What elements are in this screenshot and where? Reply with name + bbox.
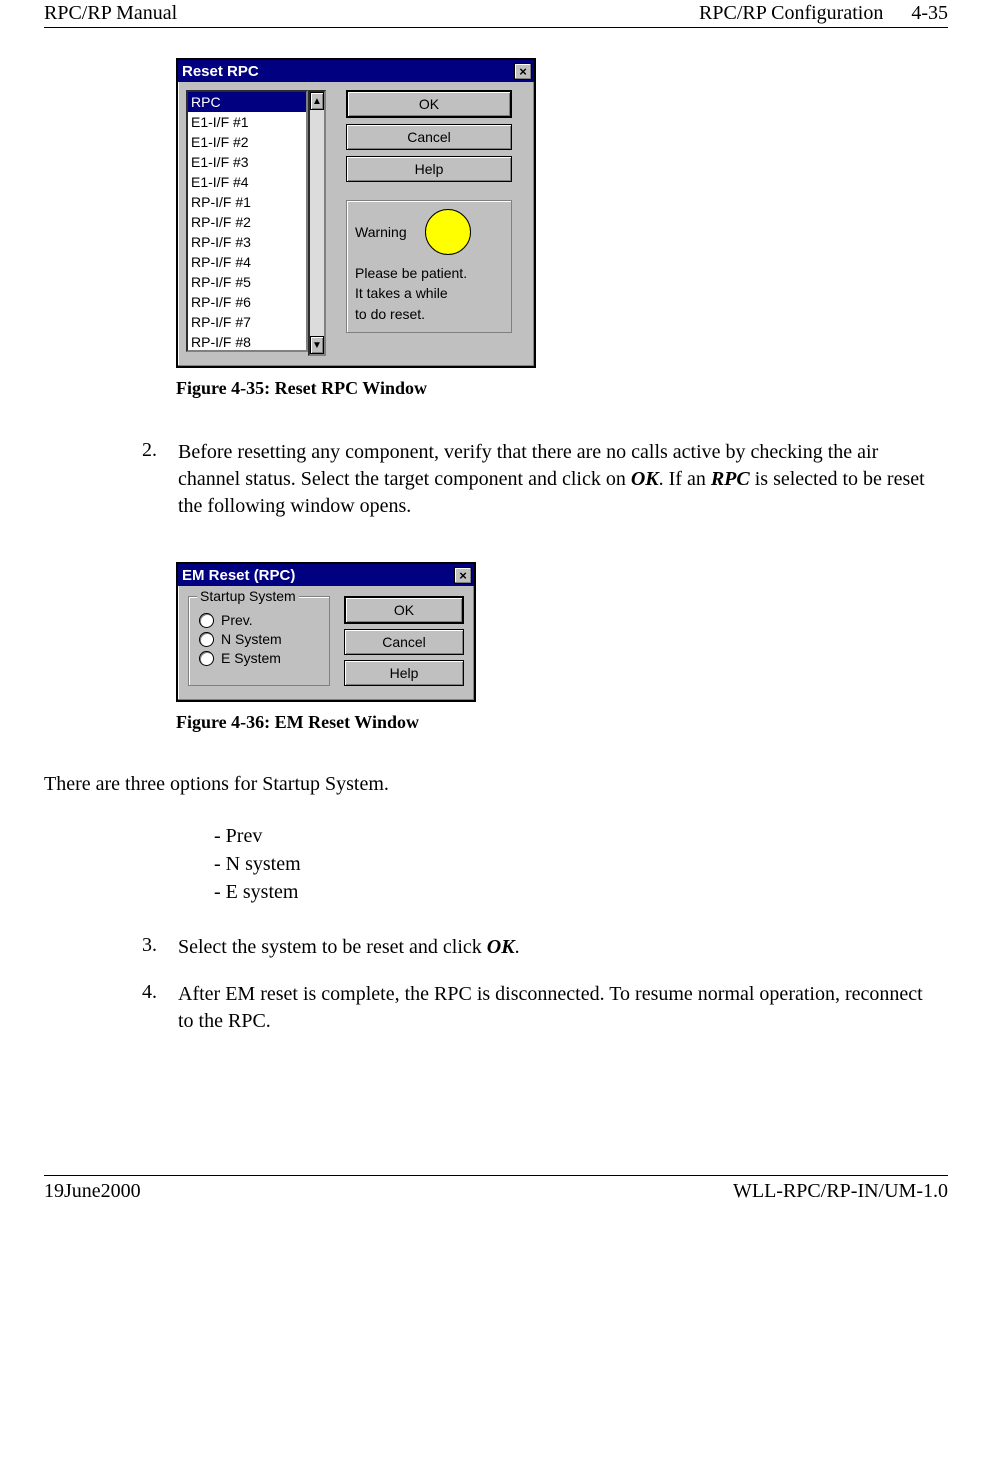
list-item[interactable]: E1-I/F #1 — [188, 112, 306, 132]
list-item[interactable]: E1-I/F #3 — [188, 152, 306, 172]
reset-rpc-title: Reset RPC — [182, 63, 259, 80]
radio-n-system[interactable]: N System — [199, 631, 319, 647]
list-item[interactable]: RP-I/F #5 — [188, 272, 306, 292]
header-left: RPC/RP Manual — [44, 2, 177, 25]
em-reset-title: EM Reset (RPC) — [182, 567, 295, 584]
component-listbox[interactable]: RPC E1-I/F #1 E1-I/F #2 E1-I/F #3 E1-I/F… — [186, 90, 308, 352]
list-item[interactable]: RP-I/F #4 — [188, 252, 306, 272]
option-line: - E system — [214, 878, 948, 906]
warning-text: to do reset. — [355, 304, 503, 324]
page-header: RPC/RP Manual RPC/RP Configuration 4-35 — [44, 0, 948, 28]
options-intro: There are three options for Startup Syst… — [44, 771, 948, 798]
reset-rpc-window: Reset RPC × RPC E1-I/F #1 E1-I/F #2 E1-I… — [176, 58, 536, 368]
step-number: 3. — [142, 934, 178, 961]
help-button[interactable]: Help — [346, 156, 512, 182]
radio-icon[interactable] — [199, 651, 214, 666]
close-icon[interactable]: × — [514, 63, 532, 80]
option-line: - Prev — [214, 822, 948, 850]
step-text: After EM reset is complete, the RPC is d… — [178, 981, 938, 1035]
reset-rpc-titlebar: Reset RPC × — [178, 60, 534, 82]
em-reset-window: EM Reset (RPC) × Startup System Prev. N … — [176, 562, 476, 702]
footer-date: 19June2000 — [44, 1180, 141, 1203]
scroll-up-icon[interactable]: ▲ — [310, 92, 324, 110]
step-text: Before resetting any component, verify t… — [178, 439, 938, 520]
figure-caption-36: Figure 4-36: EM Reset Window — [176, 712, 938, 733]
list-item[interactable]: RP-I/F #1 — [188, 192, 306, 212]
radio-e-system[interactable]: E System — [199, 650, 319, 666]
ok-button[interactable]: OK — [344, 596, 464, 624]
header-section: RPC/RP Configuration — [699, 2, 883, 25]
ok-button[interactable]: OK — [346, 90, 512, 118]
help-button[interactable]: Help — [344, 660, 464, 686]
warning-panel: Warning Please be patient. It takes a wh… — [346, 200, 512, 333]
cancel-button[interactable]: Cancel — [344, 629, 464, 655]
group-legend: Startup System — [197, 588, 299, 604]
list-item[interactable]: RP-I/F #3 — [188, 232, 306, 252]
list-item[interactable]: E1-I/F #4 — [188, 172, 306, 192]
cancel-button[interactable]: Cancel — [346, 124, 512, 150]
radio-icon[interactable] — [199, 613, 214, 628]
warning-text: Please be patient. — [355, 263, 503, 283]
page-footer: 19June2000 WLL-RPC/RP-IN/UM-1.0 — [44, 1175, 948, 1203]
warning-label: Warning — [355, 222, 407, 242]
figure-caption-35: Figure 4-35: Reset RPC Window — [176, 378, 938, 399]
radio-prev[interactable]: Prev. — [199, 612, 319, 628]
list-item[interactable]: RPC — [188, 92, 306, 112]
list-item[interactable]: RP-I/F #6 — [188, 292, 306, 312]
startup-system-group: Startup System Prev. N System E System — [188, 596, 330, 686]
close-icon[interactable]: × — [454, 567, 472, 584]
list-item[interactable]: RP-I/F #7 — [188, 312, 306, 332]
radio-icon[interactable] — [199, 632, 214, 647]
step-number: 2. — [142, 439, 178, 520]
warning-icon — [425, 209, 471, 255]
list-item[interactable]: RP-I/F #8 — [188, 332, 306, 352]
list-item[interactable]: RP-I/F #2 — [188, 212, 306, 232]
step-number: 4. — [142, 981, 178, 1035]
scroll-down-icon[interactable]: ▼ — [310, 336, 324, 354]
header-page-number: 4-35 — [911, 2, 948, 25]
footer-docid: WLL-RPC/RP-IN/UM-1.0 — [733, 1180, 948, 1203]
list-item[interactable]: E1-I/F #2 — [188, 132, 306, 152]
option-line: - N system — [214, 850, 948, 878]
em-reset-titlebar: EM Reset (RPC) × — [178, 564, 474, 586]
warning-text: It takes a while — [355, 283, 503, 303]
listbox-scrollbar[interactable]: ▲ ▼ — [308, 90, 326, 356]
step-text: Select the system to be reset and click … — [178, 934, 938, 961]
